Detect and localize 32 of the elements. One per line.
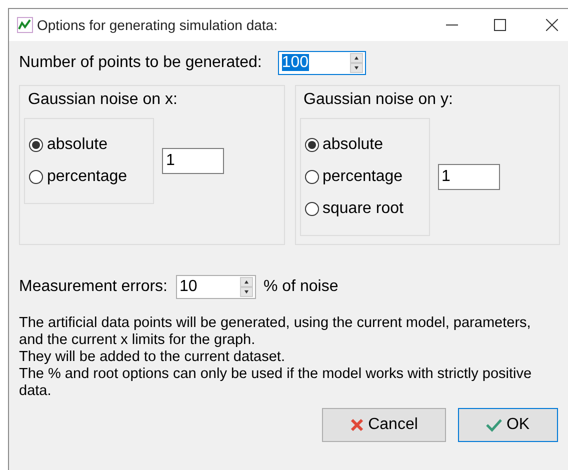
info-text: The % and root options can only be used if the model works with strictly positive data. [19, 366, 533, 400]
info-text: The artificial data points will be generated, using the current model, parameters, and the current x limits for the graph. [19, 315, 532, 349]
radio-option[interactable]: absolute [304, 129, 424, 161]
measurement-label: Measurement errors: [19, 277, 168, 297]
radio-option[interactable]: percentage [29, 161, 149, 193]
radio-option[interactable]: percentage [304, 161, 424, 193]
spin-up-icon[interactable] [350, 53, 363, 63]
close-icon[interactable] [546, 19, 558, 31]
cancel-button[interactable]: Cancel [322, 408, 446, 442]
radio-option[interactable]: absolute [29, 129, 149, 161]
cross-icon [350, 418, 364, 432]
radio-button[interactable] [304, 170, 318, 184]
window-title: Options for generating simulation data: [37, 16, 278, 35]
radio-button[interactable] [29, 138, 43, 152]
ok-button[interactable]: OK [458, 408, 558, 442]
noise-field[interactable]: 1 [162, 148, 224, 174]
check-icon [486, 418, 502, 432]
radio-button[interactable] [29, 170, 43, 184]
noise-field[interactable]: 1 [438, 164, 500, 190]
radio-button[interactable] [304, 138, 318, 152]
radio-button[interactable] [304, 202, 318, 216]
spin-down-icon[interactable] [240, 287, 252, 297]
spin-down-icon[interactable] [350, 63, 363, 73]
spin-up-icon[interactable] [240, 277, 252, 287]
measurement-suffix: % of noise [264, 277, 338, 297]
measurement-spinbox[interactable]: 10 [176, 275, 256, 299]
maximize-icon[interactable] [494, 19, 506, 31]
radio-option[interactable]: square root [304, 193, 424, 225]
chart-icon [17, 17, 33, 33]
points-spinbox[interactable]: 100 [278, 51, 366, 75]
points-label: Number of points to be generated: [19, 53, 262, 73]
info-text: They will be added to the current dataset. [19, 349, 286, 366]
